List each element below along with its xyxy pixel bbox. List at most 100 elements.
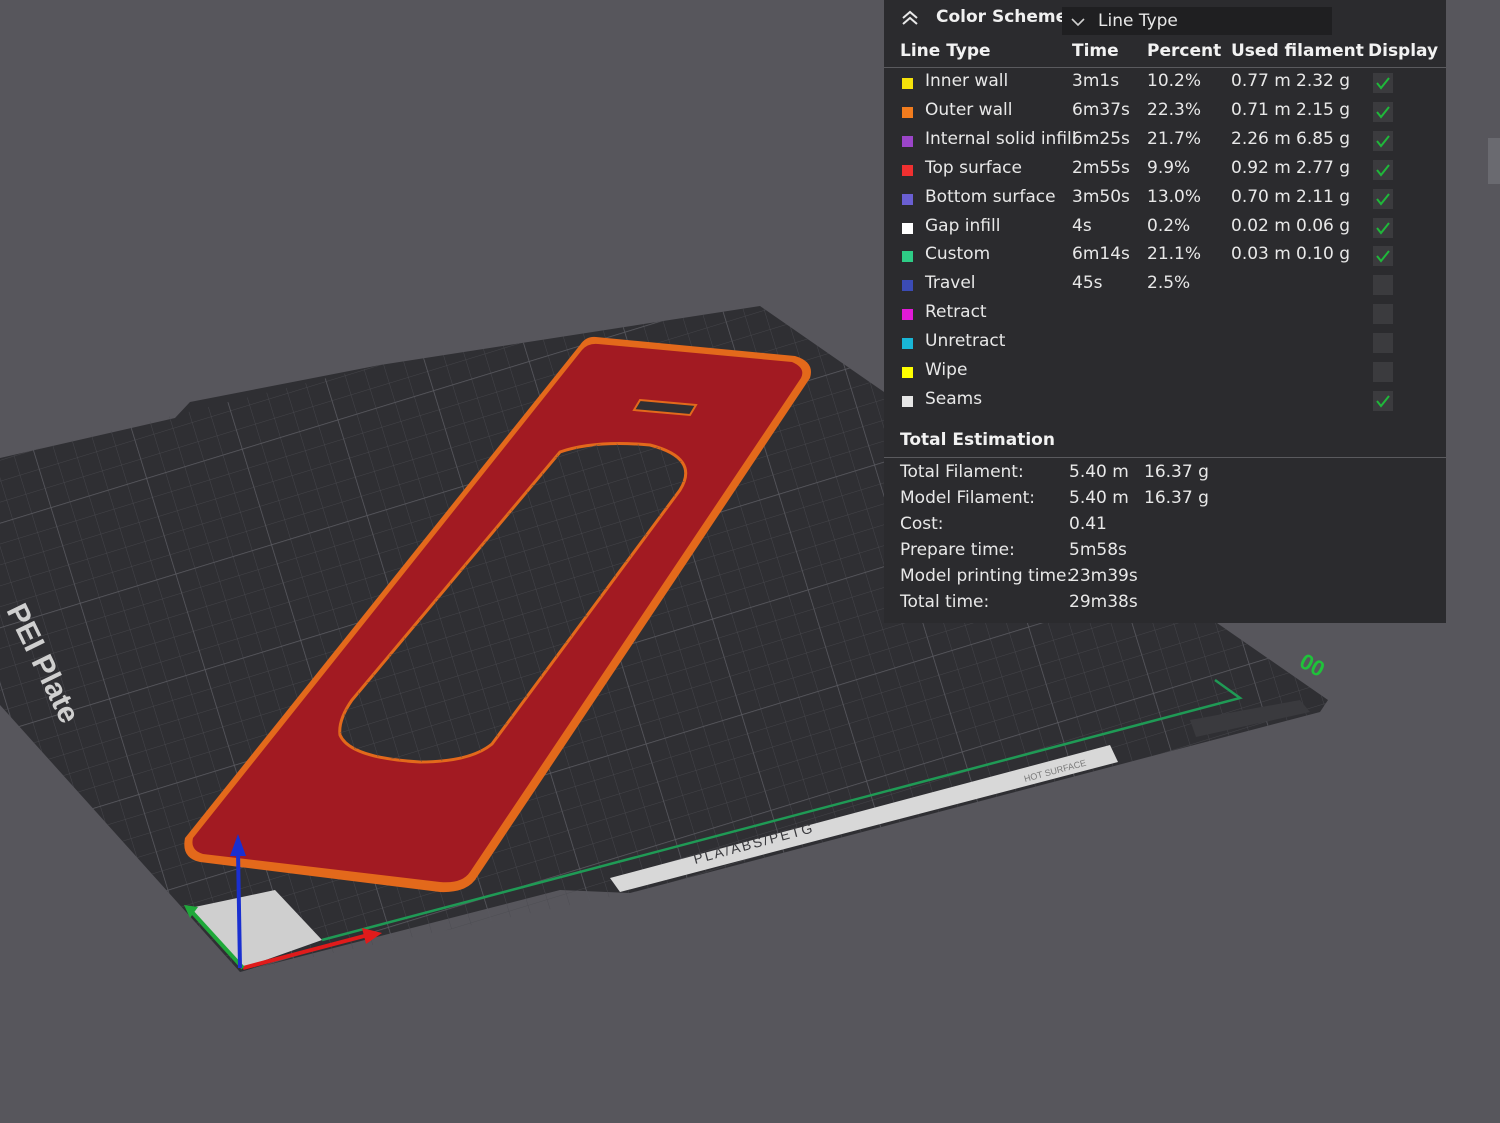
- line-type-weight: 0.06 g: [1296, 215, 1351, 236]
- line-type-row[interactable]: Gap infill 4s 0.2% 0.02 m 0.06 g: [884, 214, 1446, 242]
- display-checkbox[interactable]: [1373, 217, 1393, 238]
- estimation-label: Model printing time:: [900, 566, 1073, 586]
- color-swatch: [902, 251, 913, 263]
- header-separator: [884, 67, 1446, 68]
- line-type-name: Bottom surface: [925, 186, 1056, 207]
- line-type-weight: 6.85 g: [1296, 128, 1351, 149]
- collapse-chevron-icon[interactable]: [900, 9, 920, 27]
- display-checkbox[interactable]: [1373, 333, 1393, 354]
- gcode-legend-panel: Color Scheme Line Type Line Type Time Pe…: [884, 0, 1446, 623]
- check-icon: [1376, 250, 1390, 263]
- estimation-label: Prepare time:: [900, 540, 1015, 560]
- line-type-row[interactable]: Bottom surface 3m50s 13.0% 0.70 m 2.11 g: [884, 185, 1446, 213]
- line-type-time: 3m1s: [1072, 71, 1120, 91]
- check-icon: [1376, 164, 1390, 177]
- line-type-name: Seams: [925, 388, 983, 409]
- line-type-row[interactable]: Internal solid infill 6m25s 21.7% 2.26 m 6.8…: [884, 127, 1446, 155]
- line-type-weight: 2.77 g: [1296, 157, 1351, 178]
- line-type-name: Top surface: [925, 157, 1022, 178]
- line-type-length: 0.77 m: [1231, 71, 1291, 91]
- estimation-label: Total Filament:: [900, 462, 1024, 482]
- line-type-name: Unretract: [925, 331, 1006, 352]
- color-swatch: [902, 106, 913, 118]
- line-type-percent: 13.0%: [1147, 186, 1202, 207]
- line-type-time: 6m25s: [1072, 128, 1130, 149]
- display-checkbox[interactable]: [1373, 101, 1393, 122]
- line-type-weight: 2.32 g: [1296, 71, 1351, 91]
- estimation-row: Cost: 0.41: [884, 514, 1446, 540]
- color-scheme-dropdown[interactable]: Line Type: [1062, 7, 1332, 35]
- line-type-time: 6m37s: [1072, 99, 1130, 120]
- color-swatch: [902, 135, 913, 147]
- chevron-down-icon: [1071, 18, 1085, 27]
- line-type-row[interactable]: Custom 6m14s 21.1% 0.03 m 0.10 g: [884, 242, 1446, 270]
- estimation-value: 5.40 m: [1069, 462, 1129, 482]
- line-type-percent: 2.5%: [1147, 273, 1191, 294]
- line-type-length: 0.92 m: [1231, 157, 1291, 178]
- header-display: Display: [1368, 41, 1439, 61]
- panel-header: Color Scheme Line Type: [884, 0, 1446, 38]
- estimation-value-secondary: 16.37 g: [1144, 462, 1209, 482]
- header-percent: Percent: [1147, 41, 1222, 61]
- estimation-label: Total time:: [900, 592, 990, 612]
- estimation-value-secondary: 16.37 g: [1144, 488, 1209, 508]
- display-checkbox[interactable]: [1373, 130, 1393, 151]
- right-edge-handle[interactable]: [1488, 138, 1500, 184]
- line-type-time: 2m55s: [1072, 157, 1130, 178]
- line-type-percent: 9.9%: [1147, 157, 1191, 178]
- line-type-name: Gap infill: [925, 215, 1001, 236]
- line-type-row[interactable]: Outer wall 6m37s 22.3% 0.71 m 2.15 g: [884, 98, 1446, 126]
- display-checkbox[interactable]: [1373, 304, 1393, 325]
- plate-corner-mark: 00: [1296, 648, 1329, 682]
- display-checkbox[interactable]: [1373, 275, 1393, 296]
- estimation-value: 5.40 m: [1069, 488, 1129, 508]
- color-swatch: [902, 395, 913, 407]
- line-type-length: 0.02 m: [1231, 215, 1291, 236]
- header-used-filament: Used filament: [1231, 41, 1364, 61]
- estimation-row: Model Filament: 5.40 m 16.37 g: [884, 488, 1446, 514]
- line-type-length: 0.03 m: [1231, 244, 1291, 265]
- check-icon: [1376, 77, 1390, 90]
- line-type-weight: 0.10 g: [1296, 244, 1351, 265]
- line-type-row[interactable]: Wipe: [884, 358, 1446, 386]
- estimation-row: Total Filament: 5.40 m 16.37 g: [884, 462, 1446, 488]
- z-axis: [236, 849, 242, 969]
- line-type-percent: 22.3%: [1147, 99, 1202, 120]
- estimation-separator: [884, 457, 1446, 458]
- color-scheme-label: Color Scheme: [936, 7, 1068, 27]
- line-type-percent: 0.2%: [1147, 215, 1191, 236]
- display-checkbox[interactable]: [1373, 159, 1393, 180]
- estimation-value: 23m39s: [1069, 566, 1138, 586]
- check-icon: [1376, 135, 1390, 148]
- line-type-length: 0.70 m: [1231, 186, 1291, 207]
- estimation-value: 0.41: [1069, 514, 1107, 534]
- line-type-time: 4s: [1072, 215, 1092, 236]
- line-type-percent: 10.2%: [1147, 71, 1202, 91]
- display-checkbox[interactable]: [1373, 73, 1393, 93]
- display-checkbox[interactable]: [1373, 246, 1393, 267]
- line-type-row[interactable]: Travel 45s 2.5%: [884, 271, 1446, 299]
- estimation-row: Model printing time: 23m39s: [884, 566, 1446, 592]
- color-swatch: [902, 193, 913, 205]
- display-checkbox[interactable]: [1373, 188, 1393, 209]
- line-type-time: 45s: [1072, 273, 1103, 294]
- line-type-percent: 21.7%: [1147, 128, 1202, 149]
- line-type-weight: 2.11 g: [1296, 186, 1351, 207]
- line-type-row[interactable]: Retract: [884, 300, 1446, 328]
- line-type-row[interactable]: Unretract: [884, 329, 1446, 357]
- line-type-weight: 2.15 g: [1296, 99, 1351, 120]
- line-type-name: Wipe: [925, 360, 968, 380]
- line-type-time: 6m14s: [1072, 244, 1130, 265]
- header-time: Time: [1072, 41, 1119, 61]
- estimation-row: Prepare time: 5m58s: [884, 540, 1446, 566]
- line-type-name: Outer wall: [925, 99, 1013, 120]
- check-icon: [1376, 395, 1390, 408]
- line-type-name: Internal solid infill: [925, 128, 1077, 149]
- display-checkbox[interactable]: [1373, 390, 1393, 411]
- display-checkbox[interactable]: [1373, 362, 1393, 382]
- line-type-row[interactable]: Top surface 2m55s 9.9% 0.92 m 2.77 g: [884, 156, 1446, 184]
- line-type-row[interactable]: Seams: [884, 387, 1446, 415]
- line-type-row[interactable]: Inner wall 3m1s 10.2% 0.77 m 2.32 g: [884, 69, 1446, 97]
- line-type-name: Travel: [925, 273, 976, 294]
- estimation-row: Total time: 29m38s: [884, 592, 1446, 618]
